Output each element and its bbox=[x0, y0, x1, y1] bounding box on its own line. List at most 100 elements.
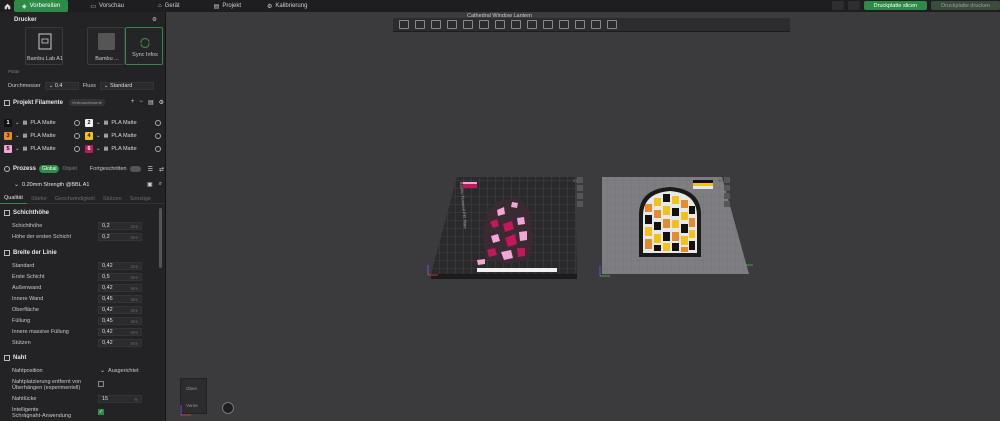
filament-number[interactable]: 1 bbox=[4, 119, 12, 127]
chevron-down-icon: ⌄ bbox=[96, 146, 101, 152]
flow-label: Fluss bbox=[82, 83, 96, 89]
param-unit: mm bbox=[130, 329, 139, 335]
tab-kalibrierung[interactable]: ⚙ Kalibrierung bbox=[259, 0, 315, 12]
filament-label: PLA Matte bbox=[30, 146, 56, 152]
param-unit: mm bbox=[130, 307, 139, 313]
filament-edit-icon[interactable] bbox=[74, 146, 80, 152]
view-cube[interactable]: Oben Vorne bbox=[180, 378, 207, 416]
seam-position-select[interactable]: ⌄ Ausgerichtet bbox=[100, 367, 139, 375]
slice-plate-button[interactable]: Druckplatte slicen bbox=[863, 1, 928, 10]
filament-type-icon: ▦ bbox=[22, 133, 28, 139]
printer-card-plate[interactable]: Bambu ... bbox=[87, 27, 125, 65]
tab-staerke[interactable]: Stärke bbox=[27, 194, 51, 204]
param-input[interactable]: 0,2 mm bbox=[98, 222, 142, 230]
param-unit: mm bbox=[130, 318, 139, 324]
seam-gap-input[interactable]: 15 % bbox=[98, 395, 142, 403]
printer-card-a1[interactable]: Bambu Lab A1 bbox=[25, 27, 63, 65]
filament-number[interactable]: 2 bbox=[85, 119, 93, 127]
filament-number[interactable]: 5 bbox=[4, 145, 12, 153]
filament-slot-1[interactable]: 1 ⌄ ▦ PLA Matte bbox=[4, 119, 80, 127]
search-icon[interactable]: ⌕ bbox=[159, 181, 162, 188]
build-plate-2[interactable]: 02 bbox=[599, 177, 753, 277]
scarf-seam-label-2: Schrägnaht-Anwendung bbox=[12, 413, 72, 419]
param-label: Standard bbox=[12, 263, 35, 269]
filament-label: PLA Matte bbox=[30, 120, 56, 126]
filament-label: PLA Matte bbox=[30, 133, 56, 139]
param-input[interactable]: 0,42 mm bbox=[98, 284, 142, 292]
topbar-actions: Druckplatte slicen Druckplatte drucken bbox=[831, 1, 1000, 10]
remove-filament-icon[interactable]: − bbox=[139, 99, 143, 106]
print-plate-button[interactable]: Druckplatte drucken bbox=[931, 1, 1000, 10]
top-bar: ◈ Vorbereiten ▭ Vorschau ⌂ Gerät ▤ Proje… bbox=[0, 0, 1000, 12]
filament-slot-3[interactable]: 3 ⌄ ▦ PLA Matte bbox=[4, 132, 80, 140]
filament-number[interactable]: 3 bbox=[4, 132, 12, 140]
view-top-label: Oben bbox=[186, 386, 198, 391]
diameter-select[interactable]: ⌄ 0.4 bbox=[44, 82, 79, 90]
tab-vorschau[interactable]: ▭ Vorschau bbox=[82, 0, 132, 12]
param-unit: mm bbox=[130, 285, 139, 291]
param-input[interactable]: 0,42 mm bbox=[98, 306, 142, 314]
param-input[interactable]: 0,42 mm bbox=[98, 262, 142, 270]
home-icon bbox=[4, 3, 10, 9]
param-input[interactable]: 0,5 mm bbox=[98, 273, 142, 281]
object-toggle[interactable]: Objekt bbox=[62, 166, 76, 172]
param-input[interactable]: 0,45 mm bbox=[98, 317, 142, 325]
process-profile-select[interactable]: 0.20mm Strength @BBL A1 bbox=[22, 182, 89, 188]
save-profile-icon[interactable]: ▣ bbox=[147, 181, 153, 188]
param-label: Innere Wand bbox=[12, 296, 44, 302]
compare-icon[interactable]: ⇄ bbox=[159, 166, 164, 173]
layers-icon: ◈ bbox=[22, 3, 27, 10]
sidebar-scrollbar[interactable] bbox=[159, 208, 162, 268]
filament-slot-2[interactable]: 2 ⌄ ▦ PLA Matte bbox=[85, 119, 161, 127]
param-input[interactable]: 0,2 mm bbox=[98, 233, 142, 241]
param-input[interactable]: 0,45 mm bbox=[98, 295, 142, 303]
global-toggle[interactable]: Global bbox=[39, 165, 60, 173]
tab-projekt[interactable]: ▤ Projekt bbox=[206, 0, 249, 12]
layout-icon[interactable] bbox=[831, 1, 844, 10]
tab-geschwindigkeit[interactable]: Geschwindigkeit bbox=[51, 194, 99, 204]
filament-number[interactable]: 6 bbox=[85, 145, 93, 153]
filament-edit-icon[interactable] bbox=[155, 133, 161, 139]
preview-icon: ▭ bbox=[90, 3, 96, 10]
filament-slot-5[interactable]: 5 ⌄ ▦ PLA Matte bbox=[4, 145, 80, 153]
add-filament-icon[interactable]: + bbox=[131, 99, 135, 106]
printer-icon bbox=[38, 33, 52, 50]
list-icon[interactable]: ☰ bbox=[148, 166, 153, 173]
advanced-switch[interactable] bbox=[129, 166, 141, 172]
sync-usage-button[interactable]: Verbrauchswerte bbox=[69, 99, 106, 106]
tab-vorbereiten[interactable]: ◈ Vorbereiten bbox=[14, 0, 69, 12]
param-label: Stützen bbox=[12, 340, 31, 346]
axis-gizmo-icon bbox=[180, 405, 191, 416]
filament-list-icon[interactable]: ▤ bbox=[148, 99, 154, 106]
home-button[interactable] bbox=[0, 0, 14, 12]
filament-slot-4[interactable]: 4 ⌄ ▦ PLA Matte bbox=[85, 132, 161, 140]
tab-stuetzen[interactable]: Stützen bbox=[99, 194, 126, 204]
chevron-down-icon: ⌄ bbox=[103, 83, 109, 89]
filament-edit-icon[interactable] bbox=[74, 120, 80, 126]
grid-icon[interactable] bbox=[847, 1, 860, 10]
filament-slot-6[interactable]: 6 ⌄ ▦ PLA Matte bbox=[85, 145, 161, 153]
seam-overhang-checkbox[interactable] bbox=[98, 381, 104, 387]
filament-settings-icon[interactable]: ⚙ bbox=[159, 99, 164, 106]
param-value: 0,5 bbox=[102, 274, 110, 280]
process-icon bbox=[4, 166, 10, 172]
sync-info-card[interactable]: Sync Infos bbox=[125, 27, 163, 65]
flow-select[interactable]: ⌄ Standard bbox=[99, 82, 154, 90]
printer-settings-icon[interactable]: ⚙ bbox=[152, 17, 157, 23]
filament-edit-icon[interactable] bbox=[155, 120, 161, 126]
filament-number[interactable]: 4 bbox=[85, 132, 93, 140]
tab-qualitaet[interactable]: Qualität bbox=[0, 194, 27, 204]
filament-type-icon: ▦ bbox=[22, 146, 28, 152]
param-label: Oberfläche bbox=[12, 307, 39, 313]
tab-geraet[interactable]: ⌂ Gerät bbox=[150, 0, 188, 12]
tab-sonstige[interactable]: Sonstige bbox=[126, 194, 155, 204]
build-plate-1[interactable]: Bambu Textured PEI Plate 01 bbox=[427, 177, 583, 279]
scarf-seam-checkbox[interactable]: ✓ bbox=[98, 409, 104, 415]
orientation-icon[interactable] bbox=[222, 402, 234, 414]
filament-edit-icon[interactable] bbox=[155, 146, 161, 152]
param-input[interactable]: 0,42 mm bbox=[98, 328, 142, 336]
filament-type-icon: ▦ bbox=[22, 120, 28, 126]
param-input[interactable]: 0,42 mm bbox=[98, 339, 142, 347]
3d-viewport[interactable]: Cathedral Window Lantern Bambu Textured … bbox=[167, 12, 1000, 421]
filament-edit-icon[interactable] bbox=[74, 133, 80, 139]
